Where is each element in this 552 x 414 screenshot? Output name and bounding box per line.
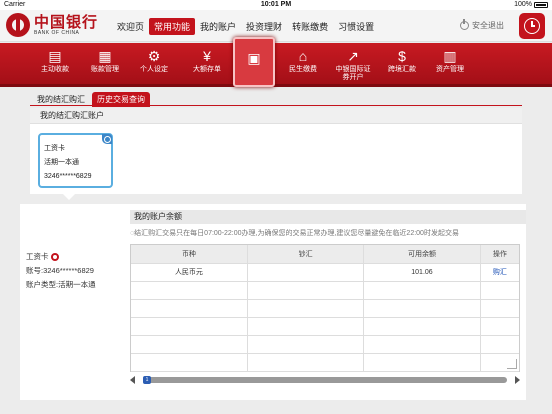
battery-indicator: 100%	[514, 1, 548, 8]
function-bar: ▤ 主动收款 ▦ 账款管理 ⚙ 个人设定 ¥ 大额存单 ▣ ⌂ 民生缴费 ↗ 中…	[0, 37, 552, 87]
cell-available: 101.06	[363, 263, 481, 282]
card-pointer	[63, 194, 75, 200]
nav-my-account[interactable]: 我的账户	[195, 18, 241, 35]
fx-account-panel: 我的结汇购汇账户 工资卡 活期一本通 3246******6829	[30, 108, 522, 194]
status-bar: Carrier 10:01 PM 100%	[0, 0, 552, 10]
gear-icon: ⚙	[147, 48, 161, 64]
col-cash-remit: 钞汇	[247, 245, 365, 264]
deposit-icon: ¥	[203, 48, 211, 64]
bank-name-en: BANK OF CHINA	[34, 30, 80, 36]
horizontal-scrollbar[interactable]: 1	[130, 376, 520, 384]
bank-logo: 中国银行 BANK OF CHINA	[6, 13, 98, 37]
nav-settings[interactable]: 习惯设置	[333, 18, 379, 35]
func-fx-exchange[interactable]: ▣	[233, 37, 275, 87]
card-product: 活期一本通	[44, 159, 79, 166]
card-type: 工资卡	[44, 145, 65, 152]
exchange-icon: ▣	[247, 50, 261, 66]
cell-cash-remit	[247, 263, 365, 282]
table-row	[131, 353, 519, 372]
home-icon: ⌂	[298, 48, 308, 64]
fx-account-title: 我的结汇购汇账户	[30, 108, 522, 124]
scroll-thumb[interactable]: 1	[143, 376, 151, 384]
func-personal-settings[interactable]: ⚙ 个人设定	[129, 43, 179, 87]
clock-icon	[102, 134, 112, 144]
remittance-icon: $	[398, 48, 406, 64]
tab-divider	[30, 105, 522, 106]
col-currency: 币种	[131, 245, 248, 264]
payment-icon: ▤	[48, 48, 62, 64]
scroll-track[interactable]: 1	[143, 376, 507, 384]
table-header-row: 币种 钞汇 可用余额 操作	[131, 245, 519, 264]
chart-icon: ↗	[347, 48, 359, 64]
card-number: 3246******6829	[44, 173, 92, 180]
col-available: 可用余额	[363, 245, 481, 264]
table-row	[131, 317, 519, 336]
func-boci-securities[interactable]: ↗ 中银国际证券开户	[328, 43, 378, 87]
resize-handle[interactable]	[507, 359, 517, 369]
nav-investment[interactable]: 投资理财	[241, 18, 287, 35]
asset-icon: ▥	[443, 48, 457, 64]
trading-hours-notice: ◌结汇购汇交易只在每日07:00-22:00办理,为确保您的交易正常办理,建议您…	[130, 230, 459, 237]
top-nav: 欢迎页 常用功能 我的账户 投资理财 转账缴费 习惯设置	[112, 18, 379, 35]
nav-common-functions[interactable]: 常用功能	[149, 18, 196, 35]
scroll-right-icon[interactable]	[515, 376, 520, 384]
boc-emblem-icon	[6, 13, 30, 37]
scroll-left-icon[interactable]	[130, 376, 135, 384]
func-cross-border-remit[interactable]: $ 跨境汇款	[377, 43, 427, 87]
clock-icon	[524, 18, 540, 34]
battery-icon	[534, 1, 548, 8]
col-action: 操作	[480, 245, 519, 264]
app-header: 中国银行 BANK OF CHINA 欢迎页 常用功能 我的账户 投资理财 转账…	[0, 10, 552, 42]
account-card[interactable]: 工资卡 活期一本通 3246******6829	[38, 133, 113, 188]
detail-card-type: 工资卡	[26, 252, 49, 261]
func-utility-payment[interactable]: ⌂ 民生缴费	[278, 43, 328, 87]
balance-panel: 工资卡 账号:3246******6829 账户类型:活期一本通 我的账户余额 …	[20, 204, 526, 400]
key-icon[interactable]	[50, 253, 59, 261]
table-row	[131, 335, 519, 354]
battery-percent: 100%	[514, 1, 532, 8]
logout-button[interactable]: 安全退出	[460, 19, 504, 31]
detail-account-number: 账号:3246******6829	[26, 266, 94, 275]
balance-table: 币种 钞汇 可用余额 操作 人民币元 101.06 购汇	[130, 244, 520, 372]
logout-label: 安全退出	[472, 21, 504, 30]
balance-title: 我的账户余额	[130, 210, 526, 224]
table-row	[131, 281, 519, 300]
clock-time: 10:01 PM	[260, 1, 292, 8]
func-large-deposit[interactable]: ¥ 大额存单	[182, 43, 232, 87]
func-active-receive[interactable]: ▤ 主动收款	[30, 43, 80, 87]
account-details: 工资卡 账号:3246******6829 账户类型:活期一本通	[26, 250, 96, 292]
func-asset-management[interactable]: ▥ 资产管理	[425, 43, 475, 87]
ledger-icon: ▦	[98, 48, 112, 64]
cell-currency: 人民币元	[131, 263, 248, 282]
nav-welcome[interactable]: 欢迎页	[112, 18, 149, 35]
history-button[interactable]	[519, 13, 545, 39]
table-row: 人民币元 101.06 购汇	[131, 263, 519, 282]
bank-name-cn: 中国银行	[34, 13, 99, 31]
power-icon	[460, 19, 469, 30]
nav-transfer-payment[interactable]: 转账缴费	[287, 18, 333, 35]
func-account-management[interactable]: ▦ 账款管理	[80, 43, 130, 87]
buy-fx-link[interactable]: 购汇	[480, 263, 519, 282]
table-row	[131, 299, 519, 318]
detail-account-type: 账户类型:活期一本通	[26, 280, 96, 289]
